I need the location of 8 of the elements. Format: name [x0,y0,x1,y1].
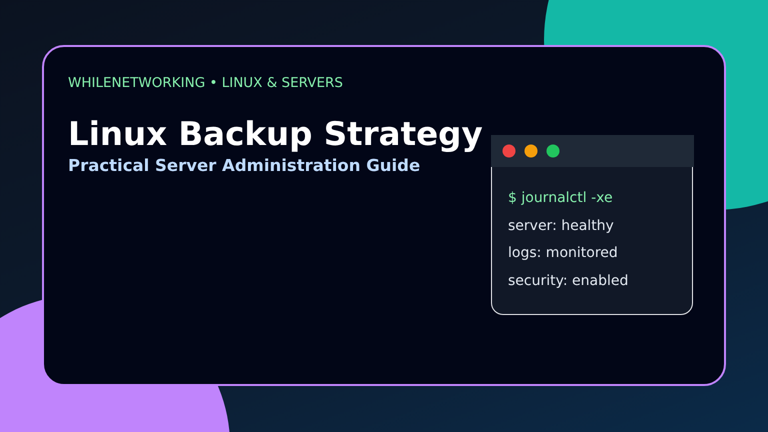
subtitle: Practical Server Administration Guide [68,156,422,175]
terminal-line: $ journalctl -xe [508,189,614,208]
terminal-line: server: healthy [508,216,615,236]
window-controls-icon [502,144,560,158]
terminal-line: security: enabled [508,272,630,290]
category-label: WHILENETWORKING • LINUX & SERVERS [68,75,344,91]
page-title: Linux Backup Strategy [68,115,483,154]
terminal-line: logs: monitored [508,244,619,263]
